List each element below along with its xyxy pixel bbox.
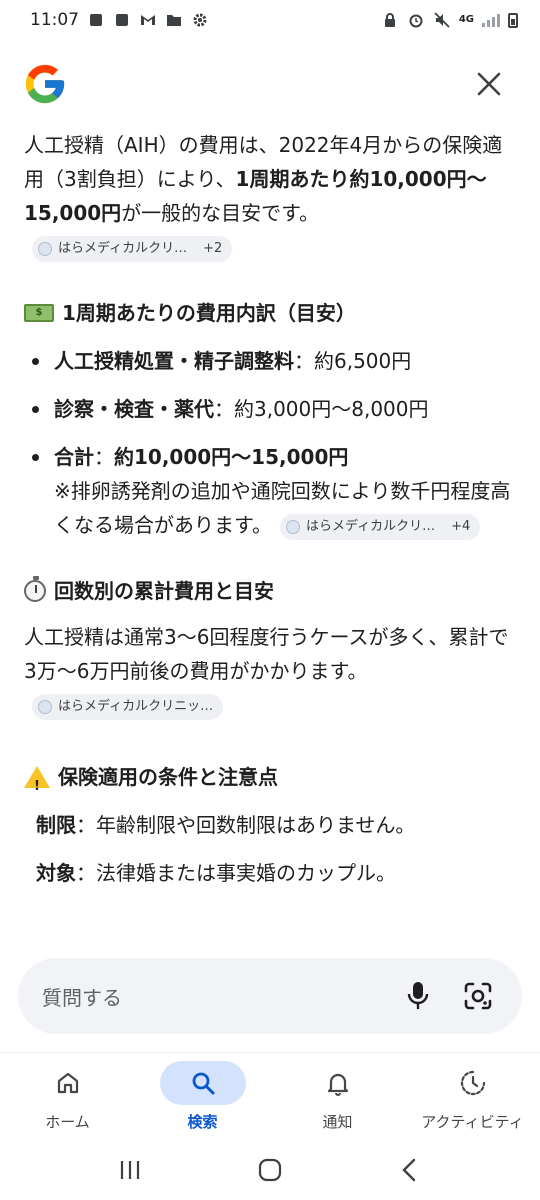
back-chevron-icon — [402, 1158, 416, 1182]
nav-label: アクティビティ — [421, 1113, 524, 1131]
microphone-icon — [407, 982, 429, 1009]
nav-search[interactable]: 検索 — [135, 1053, 270, 1136]
list-item: 合計：約10,000円〜15,000円 ※排卵誘発剤の追加や通院回数により数千円… — [24, 440, 516, 542]
source-chip[interactable]: はらメディカルクリ… +2 — [32, 235, 233, 262]
intro-text-end: が一般的な目安です。 — [121, 201, 320, 225]
close-icon — [477, 72, 501, 96]
status-right: 4G — [381, 11, 518, 29]
google-g-logo — [25, 64, 65, 104]
search-bar[interactable]: 質問する — [18, 958, 522, 1034]
section-title: 1周期あたりの費用内訳（目安） — [62, 301, 356, 325]
chip-label: はらメディカルクリ… — [306, 518, 436, 534]
recents-button[interactable] — [110, 1150, 150, 1190]
folder-icon — [165, 11, 183, 29]
settings-icon — [191, 11, 209, 29]
search-input[interactable]: 質問する — [42, 982, 378, 1011]
source-chip[interactable]: はらメディカルクリ… +4 — [280, 513, 481, 540]
close-button[interactable] — [474, 69, 504, 99]
nav-pill — [159, 1061, 246, 1105]
note-text: ※排卵誘発剤の追加や通院回数により数千円程度高くなる場合があります。 はらメディカ… — [54, 474, 516, 542]
list-item: 診察・検査・薬代：約3,000円〜8,000円 — [24, 392, 516, 426]
warning-icon: ! — [24, 766, 50, 794]
lock-icon — [381, 11, 399, 29]
source-favicon-icon — [38, 241, 52, 256]
stopwatch-icon — [24, 576, 46, 602]
bell-icon — [327, 1073, 348, 1096]
source-chip[interactable]: はらメディカルクリニッ… — [32, 693, 224, 720]
status-time: 11:07 — [30, 10, 79, 30]
nav-home[interactable]: ホーム — [0, 1053, 135, 1136]
chip-count: +4 — [451, 518, 471, 534]
recents-icon — [120, 1161, 140, 1179]
lens-search-button[interactable] — [458, 976, 498, 1016]
chip-label: はらメディカルクリ… — [58, 240, 188, 256]
cube-icon — [87, 11, 105, 29]
conditions-list: 制限：年齢制限や回数制限はありません。 対象：法律婚または事実婚のカップル。 — [24, 808, 516, 890]
intro-paragraph: 人工授精（AIH）の費用は、2022年4月からの保険適用（3割負担）により、1周… — [24, 128, 516, 264]
camera-lens-icon — [464, 982, 492, 1010]
money-icon: $ — [24, 304, 54, 322]
voice-search-button[interactable] — [398, 976, 438, 1016]
system-navigation — [0, 1140, 540, 1200]
nav-label: 検索 — [187, 1113, 218, 1131]
section-heading: 回数別の累計費用と目安 — [24, 576, 516, 606]
alarm-icon — [407, 11, 425, 29]
list-item: 人工授精処置・精子調整料：約6,500円 — [24, 344, 516, 378]
chip-count: +2 — [203, 240, 223, 256]
nav-label: ホーム — [45, 1113, 90, 1131]
nav-activity[interactable]: アクティビティ — [405, 1053, 540, 1136]
search-icon — [192, 1072, 214, 1095]
nav-pill — [295, 1061, 381, 1105]
nav-label: 通知 — [322, 1113, 353, 1131]
signal-icon — [482, 13, 500, 27]
cumulative-paragraph: 人工授精は通常3〜6回程度行うケースが多く、累計で3万〜6万円前後の費用がかかり… — [24, 620, 516, 722]
nav-pill — [430, 1061, 516, 1105]
nav-pill — [25, 1061, 111, 1105]
header — [0, 55, 540, 119]
section-heading: ! 保険適用の条件と注意点 — [24, 762, 516, 794]
source-favicon-icon — [38, 699, 52, 714]
source-favicon-icon — [286, 519, 300, 534]
home-system-button[interactable] — [250, 1150, 290, 1190]
section-title: 保険適用の条件と注意点 — [58, 765, 278, 789]
status-left: 11:07 — [30, 10, 209, 30]
ai-overview-content: 人工授精（AIH）の費用は、2022年4月からの保険適用（3割負担）により、1周… — [24, 128, 516, 948]
section-heading: $ 1周期あたりの費用内訳（目安） — [24, 298, 516, 328]
network-type: 4G — [458, 14, 474, 25]
home-circle-icon — [258, 1158, 282, 1182]
cost-breakdown-list: 人工授精処置・精子調整料：約6,500円 診察・検査・薬代：約3,000円〜8,… — [24, 344, 516, 542]
battery-icon — [508, 12, 518, 28]
cube-icon — [113, 11, 131, 29]
back-button[interactable] — [390, 1150, 430, 1190]
section-title: 回数別の累計費用と目安 — [54, 579, 274, 603]
home-icon — [57, 1072, 78, 1094]
activity-icon — [460, 1070, 485, 1096]
gmail-icon — [139, 11, 157, 29]
bottom-navigation: ホーム 検索 通知 アクティビティ — [0, 1052, 540, 1136]
list-item: 制限：年齢制限や回数制限はありません。 — [24, 808, 516, 842]
status-bar: 11:07 4G — [0, 0, 540, 40]
mute-icon — [433, 11, 451, 29]
list-item: 対象：法律婚または事実婚のカップル。 — [24, 856, 516, 890]
nav-notifications[interactable]: 通知 — [270, 1053, 405, 1136]
chip-label: はらメディカルクリニッ… — [58, 698, 214, 714]
